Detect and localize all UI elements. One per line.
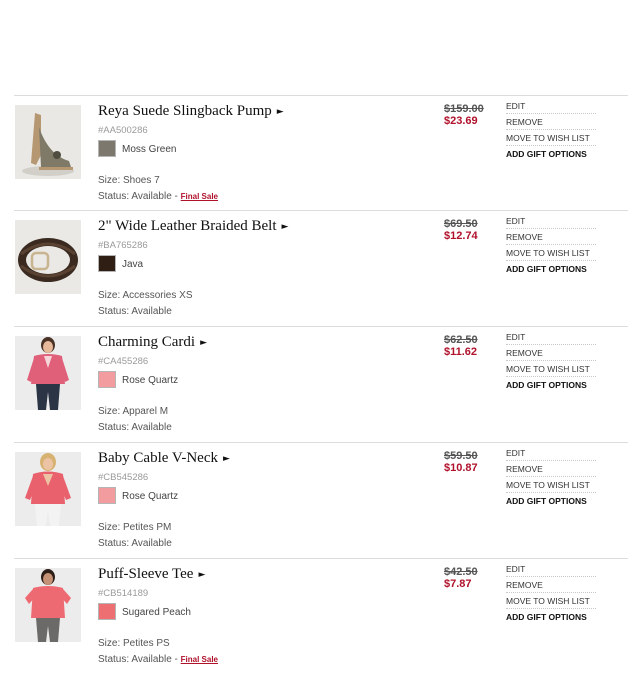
triangle-right-icon: ► [198, 570, 206, 580]
remove-link[interactable]: REMOVE [506, 464, 596, 477]
item-divider [14, 210, 628, 211]
sale-price: $23.69 [444, 115, 478, 127]
edit-link[interactable]: EDIT [506, 564, 596, 577]
product-sku: #AA500286 [98, 125, 148, 136]
product-status: Status: Available [98, 538, 172, 549]
color-name: Sugared Peach [122, 607, 191, 618]
original-price: $42.50 [444, 566, 478, 578]
move-to-wish-list-link[interactable]: MOVE TO WISH LIST [506, 480, 596, 493]
move-to-wish-list-link[interactable]: MOVE TO WISH LIST [506, 248, 596, 261]
item-divider [14, 442, 628, 443]
product-size: Size: Petites PM [98, 522, 172, 533]
product-status: Status: Available - Final Sale [98, 654, 218, 665]
edit-link[interactable]: EDIT [506, 332, 596, 345]
triangle-right-icon: ► [222, 454, 230, 464]
status-text: Status: Available [98, 306, 172, 317]
sale-price: $12.74 [444, 230, 478, 242]
product-name-link[interactable]: Baby Cable V-Neck ► [98, 450, 230, 467]
add-gift-options-link[interactable]: ADD GIFT OPTIONS [506, 496, 596, 508]
move-to-wish-list-link[interactable]: MOVE TO WISH LIST [506, 596, 596, 609]
triangle-right-icon: ► [276, 107, 284, 117]
triangle-right-icon: ► [200, 338, 207, 348]
tee-model-image-graphic [15, 568, 81, 642]
edit-link[interactable]: EDIT [506, 101, 596, 114]
product-sku: #CA455286 [98, 356, 149, 367]
product-status: Status: Available [98, 306, 172, 317]
add-gift-options-link[interactable]: ADD GIFT OPTIONS [506, 380, 596, 392]
cardigan-model-image-graphic [15, 336, 81, 410]
color-name: Rose Quartz [122, 375, 179, 386]
remove-link[interactable]: REMOVE [506, 117, 596, 130]
product-name-link[interactable]: Reya Suede Slingback Pump ► [98, 103, 284, 120]
vneck-model-image[interactable] [15, 452, 81, 526]
sale-price: $10.87 [444, 462, 478, 474]
vneck-model-image-graphic [15, 452, 81, 526]
product-size: Size: Shoes 7 [98, 175, 160, 186]
add-gift-options-link[interactable]: ADD GIFT OPTIONS [506, 264, 596, 276]
cart-item: Baby Cable V-Neck ► #CB545286 Rose Quartz… [0, 442, 630, 557]
product-size: Size: Apparel M [98, 406, 169, 417]
item-divider [14, 558, 628, 559]
braided-belt-image[interactable] [15, 220, 81, 294]
color-name: Java [122, 259, 144, 270]
triangle-right-icon: ► [281, 222, 289, 232]
color-swatch [98, 371, 116, 388]
sale-price: $11.62 [444, 346, 478, 358]
tee-model-image[interactable] [15, 568, 81, 642]
slingback-pump-image[interactable] [15, 105, 81, 179]
product-status: Status: Available - Final Sale [98, 191, 218, 202]
cart-item: 2" Wide Leather Braided Belt ► #BA765286 … [0, 210, 630, 325]
cart-item: Puff-Sleeve Tee ► #CB514189 Sugared Peach… [0, 558, 630, 673]
slingback-pump-image-graphic [15, 105, 81, 179]
status-text: Status: Available [98, 422, 172, 433]
product-sku: #CB545286 [98, 472, 149, 483]
braided-belt-image-graphic [15, 220, 81, 294]
remove-link[interactable]: REMOVE [506, 580, 596, 593]
final-sale-link[interactable]: Final Sale [181, 192, 218, 201]
cart-item: Reya Suede Slingback Pump ► #AA500286 Mos… [0, 95, 630, 210]
final-sale-link[interactable]: Final Sale [181, 655, 218, 664]
color-swatch [98, 603, 116, 620]
add-gift-options-link[interactable]: ADD GIFT OPTIONS [506, 149, 596, 161]
status-text: Status: Available - [98, 654, 178, 665]
product-sku: #CB514189 [98, 588, 149, 599]
original-price: $62.50 [444, 334, 478, 346]
remove-link[interactable]: REMOVE [506, 348, 596, 361]
item-divider [14, 95, 628, 96]
move-to-wish-list-link[interactable]: MOVE TO WISH LIST [506, 133, 596, 146]
product-size: Size: Accessories XS [98, 290, 193, 301]
status-text: Status: Available - [98, 191, 178, 202]
add-gift-options-link[interactable]: ADD GIFT OPTIONS [506, 612, 596, 624]
product-sku: #BA765286 [98, 240, 148, 251]
color-swatch [98, 487, 116, 504]
color-name: Moss Green [122, 144, 177, 155]
move-to-wish-list-link[interactable]: MOVE TO WISH LIST [506, 364, 596, 377]
edit-link[interactable]: EDIT [506, 216, 596, 229]
item-divider [14, 326, 628, 327]
sale-price: $7.87 [444, 578, 472, 590]
original-price: $159.00 [444, 103, 484, 115]
color-name: Rose Quartz [122, 491, 179, 502]
original-price: $59.50 [444, 450, 478, 462]
cardigan-model-image[interactable] [15, 336, 81, 410]
remove-link[interactable]: REMOVE [506, 232, 596, 245]
color-swatch [98, 255, 116, 272]
product-name-link[interactable]: Charming Cardi ► [98, 334, 207, 351]
product-name-link[interactable]: 2" Wide Leather Braided Belt ► [98, 218, 288, 235]
original-price: $69.50 [444, 218, 478, 230]
product-status: Status: Available [98, 422, 172, 433]
product-size: Size: Petites PS [98, 638, 170, 649]
status-text: Status: Available [98, 538, 172, 549]
edit-link[interactable]: EDIT [506, 448, 596, 461]
product-name-link[interactable]: Puff-Sleeve Tee ► [98, 566, 205, 583]
cart-item: Charming Cardi ► #CA455286 Rose Quartz Si… [0, 326, 630, 441]
color-swatch [98, 140, 116, 157]
